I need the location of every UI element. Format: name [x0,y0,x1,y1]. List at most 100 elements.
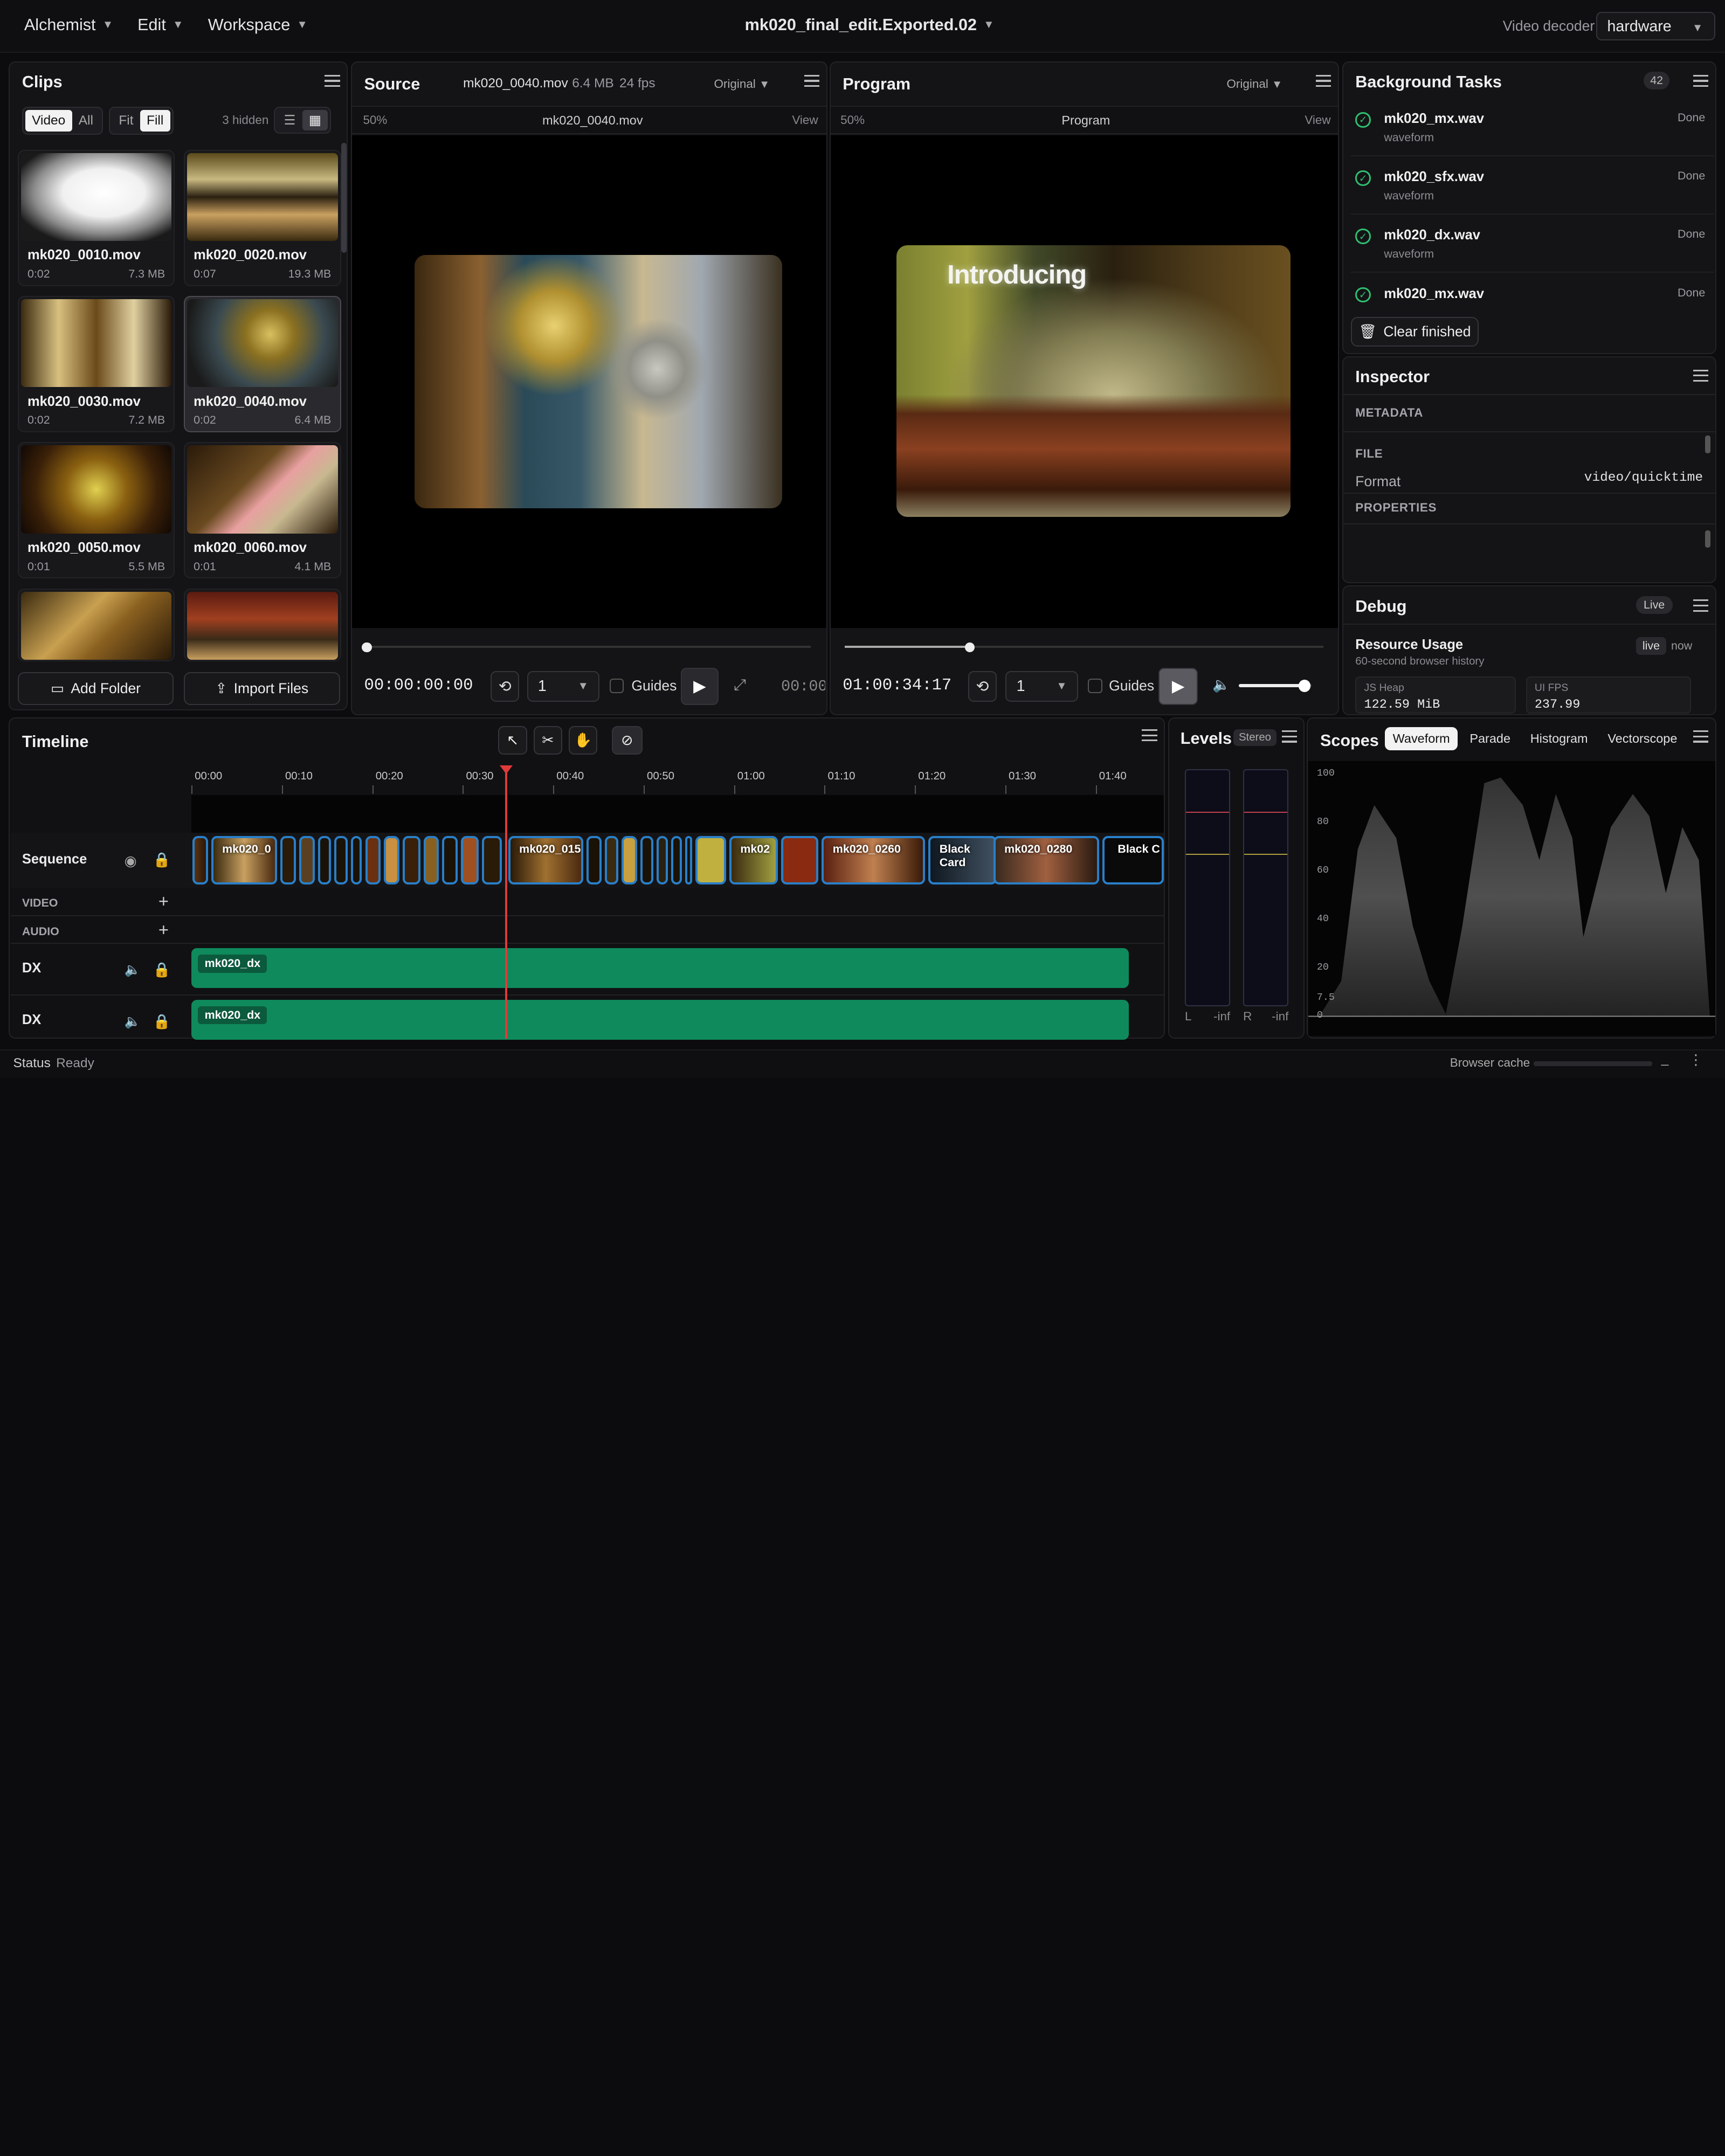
snap-tool-icon[interactable]: ⊘ [611,725,643,755]
source-fullscreen-icon[interactable]: ⤢ [734,676,746,694]
timeline-clip[interactable]: mk020_015 [508,836,583,884]
eye-icon[interactable]: ◉ [125,853,137,869]
inspector-menu-icon[interactable] [1693,369,1709,382]
import-files-button[interactable]: ⇪ Import Files [183,672,340,706]
program-menu-icon[interactable] [1315,74,1331,87]
task-item[interactable]: ✓ mk020_mx.wav waveform Done [1351,99,1714,156]
source-canvas[interactable] [352,135,826,628]
clip-card[interactable]: mk020_0060.mov 0:01 4.1 MB [183,442,341,579]
timeline-clip[interactable] [192,836,208,884]
select-tool-icon[interactable]: ↖ [498,725,527,755]
volume-icon[interactable]: 🔈 [1212,676,1230,693]
task-item[interactable]: ✓ mk020_mx.wav Done [1351,274,1714,307]
menu-workspace[interactable]: Workspace ▼ [208,16,308,34]
tab-parade[interactable]: Parade [1462,727,1518,750]
tab-waveform[interactable]: Waveform [1385,727,1458,751]
speaker-icon[interactable]: 🔈 [125,1013,141,1029]
timeline-clip[interactable] [781,836,819,884]
filter-fill[interactable]: Fill [140,110,170,132]
lock-icon[interactable]: 🔒 [153,962,171,978]
inspector-scrollbar[interactable] [1705,436,1711,453]
audio-clip[interactable]: mk020_dx [191,1000,1129,1040]
clip-card[interactable]: mk020_0010.mov 0:02 7.3 MB [17,149,175,286]
source-speed-select[interactable]: 1 ▼ [527,671,600,702]
timeline-clip[interactable] [365,836,381,884]
timeline-clip[interactable]: mk020_0280 [993,836,1099,884]
live-toggle[interactable]: live [1636,637,1667,655]
program-speed-select[interactable]: 1 ▼ [1005,671,1078,702]
source-play-button[interactable]: ▶ [681,667,719,706]
clips-scrollbar[interactable] [341,143,347,253]
scopes-menu-icon[interactable] [1693,730,1709,743]
clip-card[interactable]: mk020_0020.mov 0:07 19.3 MB [183,149,341,286]
program-mode-select[interactable]: Original ▼ [1226,77,1282,91]
tasks-menu-icon[interactable] [1693,74,1709,87]
inspector-scrollbar[interactable] [1705,530,1711,548]
timeline-clip[interactable] [605,836,618,884]
project-title[interactable]: mk020_final_edit.Exported.02 ▼ [745,16,995,34]
clip-card[interactable] [183,588,341,661]
source-scrubber[interactable] [366,645,811,648]
clip-card-selected[interactable]: mk020_0040.mov 0:02 6.4 MB [183,295,341,433]
task-item[interactable]: ✓ mk020_sfx.wav waveform Done [1351,157,1714,215]
metadata-section[interactable]: METADATA [1355,406,1423,420]
timeline-clip[interactable] [351,836,362,884]
timeline-clip[interactable] [695,836,726,884]
timeline-clip[interactable] [384,836,399,884]
timeline-clip[interactable]: mk020_0260 [822,836,926,884]
program-scrubber[interactable] [845,645,1324,648]
timeline-clip[interactable] [280,836,296,884]
timeline-clip[interactable] [685,836,692,884]
timeline-clip[interactable]: Black Card [928,836,997,884]
tab-vectorscope[interactable]: Vectorscope [1600,727,1685,750]
timeline-clip[interactable]: mk02 [729,836,778,884]
properties-section[interactable]: PROPERTIES [1355,501,1437,515]
more-icon[interactable]: ⋮ [1689,1052,1703,1068]
filter-video[interactable]: Video [25,110,72,132]
program-view-button[interactable]: View [1305,113,1330,127]
lock-icon[interactable]: 🔒 [153,852,171,868]
menu-edit[interactable]: Edit ▼ [137,16,183,34]
clip-card[interactable]: mk020_0030.mov 0:02 7.2 MB [17,295,175,433]
program-guides-checkbox[interactable] [1088,679,1102,693]
timeline-clip[interactable] [423,836,439,884]
filter-all[interactable]: All [72,110,100,132]
timeline-clip[interactable] [671,836,682,884]
timeline-menu-icon[interactable] [1142,729,1157,742]
source-view-button[interactable]: View [792,113,818,127]
tab-histogram[interactable]: Histogram [1522,727,1595,750]
levels-menu-icon[interactable] [1281,730,1298,743]
timeline-clip[interactable]: Black C [1102,836,1164,884]
playhead-marker-icon[interactable] [499,765,513,775]
minimize-icon[interactable]: _ [1661,1052,1669,1067]
timeline-clip[interactable] [461,836,479,884]
timeline-playhead[interactable] [505,770,507,1039]
program-play-button[interactable]: ▶ [1158,667,1198,706]
volume-handle[interactable] [1298,680,1311,692]
add-folder-button[interactable]: ▭ Add Folder [17,672,174,706]
task-item[interactable]: ✓ mk020_dx.wav waveform Done [1351,216,1714,273]
source-zoom[interactable]: 50% [363,113,387,127]
filter-fit[interactable]: Fit [112,110,140,132]
clip-card[interactable] [17,588,175,661]
clip-card[interactable]: mk020_0050.mov 0:01 5.5 MB [17,442,175,579]
add-video-track-icon[interactable]: + [158,891,169,911]
timeline-clip[interactable] [318,836,332,884]
timeline-clip[interactable] [481,836,502,884]
source-playhead-handle[interactable] [362,642,372,653]
timeline-clip[interactable] [299,836,315,884]
program-loop-icon[interactable]: ⟲ [968,671,997,702]
speaker-icon[interactable]: 🔈 [125,962,141,978]
timeline-clip[interactable] [334,836,348,884]
program-canvas[interactable]: Introducing [830,135,1338,628]
timeline-clip[interactable] [622,836,637,884]
list-view-icon[interactable]: ☰ [277,110,302,130]
clips-menu-icon[interactable] [325,74,340,87]
grid-view-icon[interactable]: ▦ [302,110,328,131]
timeline-clip[interactable] [402,836,420,884]
source-mode-select[interactable]: Original ▼ [714,77,770,91]
source-loop-icon[interactable]: ⟲ [491,671,520,702]
timeline-clip[interactable] [442,836,458,884]
decoder-select[interactable]: hardware ▼ [1596,12,1715,41]
debug-menu-icon[interactable] [1693,599,1709,612]
